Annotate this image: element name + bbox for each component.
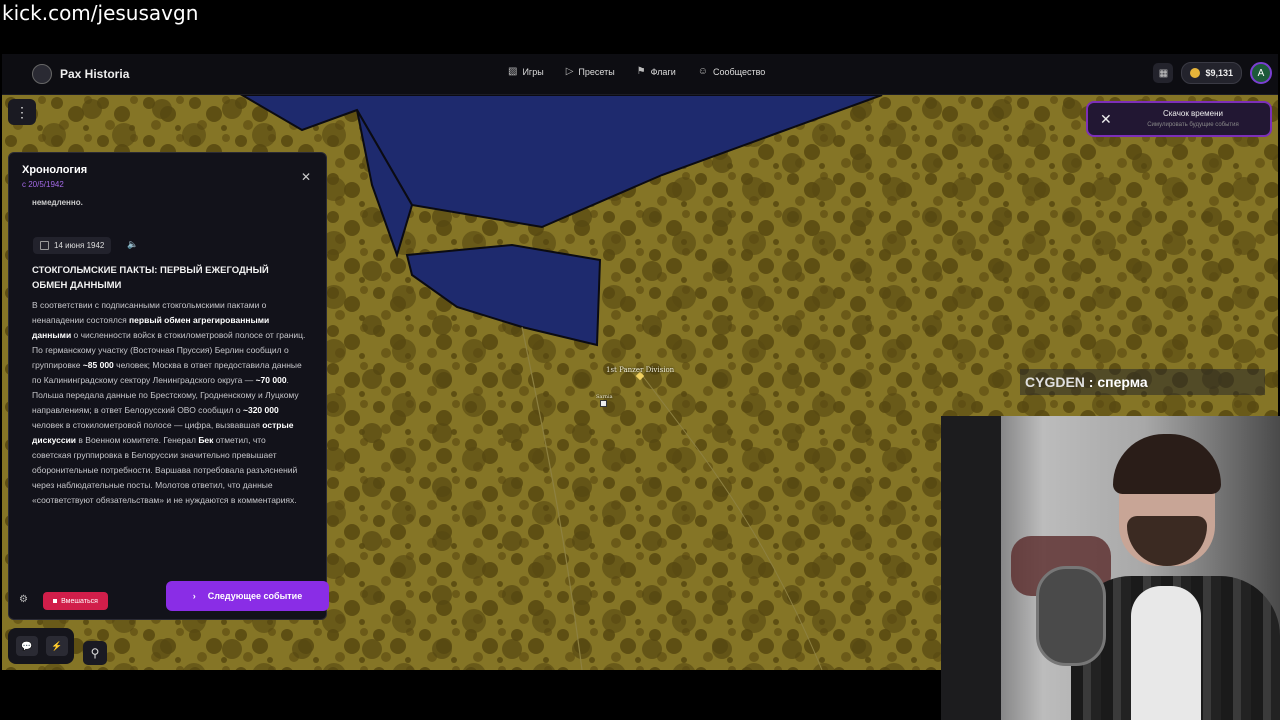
intervene-label: Вмешаться xyxy=(61,597,98,605)
city-label: Sarnia xyxy=(596,394,613,400)
body-bold: ~320 000 xyxy=(243,405,279,415)
nav-presets-label: Пресеты xyxy=(578,66,615,77)
nav-community-label: Сообщество xyxy=(712,66,766,77)
coin-icon xyxy=(1190,68,1201,78)
body-text: человек в стокилометровой полосе — цифра… xyxy=(32,420,263,430)
time-skip-title: Скачок времени xyxy=(1162,109,1224,118)
next-event-button[interactable]: › Следующее событие xyxy=(166,581,329,611)
lightning-icon[interactable]: ⚡ xyxy=(46,636,68,656)
webcam-overlay xyxy=(941,416,1280,720)
city-marker-icon[interactable] xyxy=(600,400,607,407)
grid-icon[interactable]: ▦ xyxy=(1153,63,1174,83)
body-bold: Бек xyxy=(198,435,214,445)
gear-icon[interactable]: ⚙ xyxy=(19,594,28,605)
event-date: 14 июня 1942 xyxy=(54,241,105,250)
nav-games[interactable]: ▧ Игры xyxy=(508,66,544,77)
chat-text: сперма xyxy=(1097,374,1148,390)
globe-logo-icon xyxy=(32,64,52,84)
close-icon[interactable]: ✕ xyxy=(1100,111,1112,128)
event-date-badge: 14 июня 1942 xyxy=(33,237,112,254)
gamepad-icon: ▧ xyxy=(508,66,518,77)
streamer-shirt xyxy=(1131,586,1201,720)
flag-icon: ⚑ xyxy=(636,66,646,77)
search-icon[interactable]: ⚲ xyxy=(83,641,107,665)
body-text: в Военном комитете. Генерал xyxy=(76,435,199,445)
next-event-label: Следующее событие xyxy=(207,591,303,601)
bottom-toolbar: 💬 ⚡ xyxy=(8,628,74,664)
chat-username: CYGDEN xyxy=(1025,374,1085,390)
stream-chat-message: CYGDEN : сперма xyxy=(1020,369,1265,395)
unit-label[interactable]: 1st Panzer Division xyxy=(606,366,674,374)
nav-community[interactable]: ☺ Сообщество xyxy=(698,66,766,77)
brand-name: Pax Historia xyxy=(60,67,130,81)
users-icon: ☺ xyxy=(697,66,708,77)
avatar[interactable]: A xyxy=(1250,62,1272,84)
chevron-right-icon: › xyxy=(192,591,196,601)
app-header: Pax Historia ▧ Игры ▷ Пресеты ⚑ Флаги ☺ … xyxy=(2,54,1278,95)
webcam-shadow xyxy=(941,416,1001,720)
brand[interactable]: Pax Historia xyxy=(32,64,129,84)
time-skip-subtitle: Симулировать будущие события xyxy=(1147,122,1239,128)
balance-value: $9,131 xyxy=(1205,68,1233,78)
event-body: В соответствии с подписанными стокгольмс… xyxy=(32,298,307,508)
chronology-since: с 20/5/1942 xyxy=(22,180,64,189)
stop-icon xyxy=(53,599,58,603)
body-text: отметил, что советская группировка в Бел… xyxy=(32,435,298,505)
previous-event-tail: немедленно. xyxy=(32,198,83,207)
nav-presets[interactable]: ▷ Пресеты xyxy=(566,66,615,77)
chat-icon[interactable]: 💬 xyxy=(16,636,38,656)
header-right: ▦ $9,131 A xyxy=(1153,62,1272,84)
more-menu-button[interactable]: ⋮ xyxy=(8,99,36,125)
main-nav: ▧ Игры ▷ Пресеты ⚑ Флаги ☺ Сообщество xyxy=(508,66,765,77)
intervene-button[interactable]: Вмешаться xyxy=(43,592,108,610)
time-skip-panel[interactable]: ✕ Скачок времени Симулировать будущие со… xyxy=(1086,101,1272,137)
stream-url-overlay: kick.com/jesusavgn xyxy=(2,1,199,25)
close-icon[interactable]: ✕ xyxy=(301,170,311,184)
balance-badge[interactable]: $9,131 xyxy=(1181,62,1242,84)
body-bold: ~85 000 xyxy=(82,360,114,370)
chronology-title: Хронология xyxy=(22,164,88,176)
nav-flags-label: Флаги xyxy=(650,66,676,77)
speaker-icon[interactable]: 🔈 xyxy=(127,239,138,250)
nav-flags[interactable]: ⚑ Флаги xyxy=(637,66,676,77)
nav-games-label: Игры xyxy=(522,66,544,77)
calendar-icon xyxy=(40,241,49,250)
chronology-panel: Хронология с 20/5/1942 ✕ немедленно. 14 … xyxy=(8,152,329,620)
microphone xyxy=(1036,566,1106,666)
body-bold: ~70 000 xyxy=(255,375,287,385)
chat-separator: : xyxy=(1084,374,1098,390)
play-icon: ▷ xyxy=(565,66,574,77)
event-title: СТОКГОЛЬМСКИЕ ПАКТЫ: ПЕРВЫЙ ЕЖЕГОДНЫЙ ОБ… xyxy=(32,265,269,291)
